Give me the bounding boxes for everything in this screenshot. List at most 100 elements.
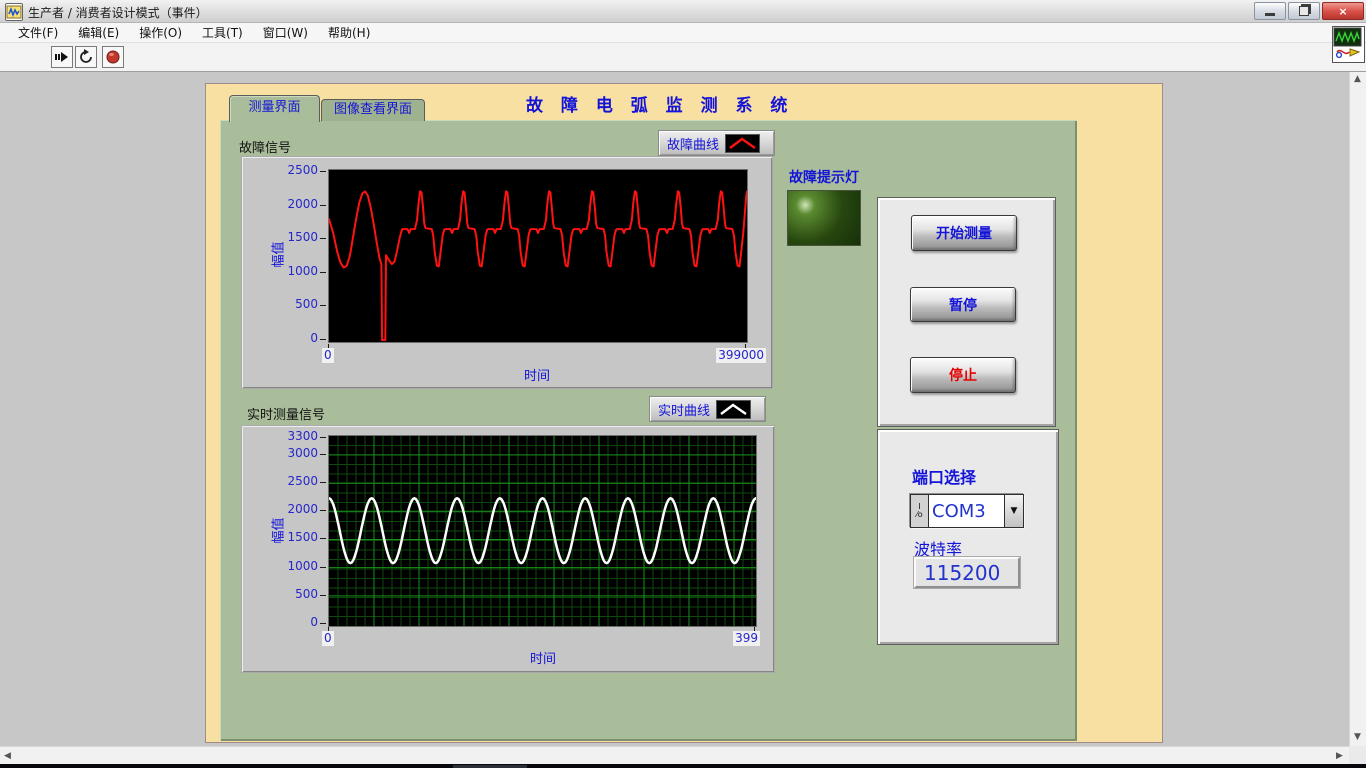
control-button-panel: 开始测量 暂停 停止 xyxy=(877,197,1056,427)
fault-led-indicator xyxy=(787,190,861,246)
y-tick xyxy=(320,454,326,455)
window-controls: × xyxy=(1254,2,1364,19)
y-tick xyxy=(320,272,326,273)
window-title: 生产者 / 消费者设计模式（事件） xyxy=(28,4,208,21)
horizontal-scrollbar[interactable]: ◀ ▶ xyxy=(0,746,1349,765)
menu-help[interactable]: 帮助(H) xyxy=(318,23,380,42)
realtime-graph-legend[interactable]: 实时曲线 xyxy=(649,396,766,422)
menu-edit[interactable]: 编辑(E) xyxy=(68,23,129,42)
scroll-left-icon[interactable]: ◀ xyxy=(4,751,11,761)
realtime-signal-graph: 0 500 1000 1500 2000 2500 3000 3300 幅值 0 399 时间 xyxy=(241,425,775,673)
fault-plot-area[interactable] xyxy=(328,169,748,343)
y-tick xyxy=(320,510,326,511)
y-tick xyxy=(320,205,326,206)
y-tick-label: 3300 xyxy=(287,429,318,443)
y-tick xyxy=(320,623,326,624)
y-tick-label: 2500 xyxy=(287,474,318,488)
x-axis-title: 时间 xyxy=(530,648,556,667)
minimize-icon xyxy=(1265,13,1275,16)
scroll-down-icon[interactable]: ▼ xyxy=(1354,732,1361,742)
taskbar-edge xyxy=(0,764,1366,768)
y-tick xyxy=(320,171,326,172)
close-button[interactable]: × xyxy=(1322,2,1364,20)
window-titlebar[interactable]: 生产者 / 消费者设计模式（事件） × xyxy=(0,0,1366,23)
abort-icon xyxy=(105,49,121,65)
menu-file[interactable]: 文件(F) xyxy=(8,23,68,42)
abort-button[interactable] xyxy=(102,46,124,68)
scroll-up-icon[interactable]: ▲ xyxy=(1354,74,1361,84)
vertical-scrollbar[interactable]: ▲ ▼ xyxy=(1349,72,1366,746)
fault-signal-graph: 05001000150020002500 幅值 0 399000 时间 xyxy=(241,156,773,389)
port-select-label: 端口选择 xyxy=(912,464,976,488)
y-tick xyxy=(320,437,326,438)
baud-rate-value[interactable]: 115200 xyxy=(914,557,1020,588)
legend-line-sample xyxy=(725,134,760,153)
y-axis-title: 幅值 xyxy=(268,517,287,543)
port-panel: 端口选择 I⁄o COM3 ▼ 波特率 115200 xyxy=(877,429,1059,645)
labview-window: 生产者 / 消费者设计模式（事件） × 文件(F) 编辑(E) 操作(O) 工具… xyxy=(0,0,1366,768)
run-continuous-button[interactable] xyxy=(75,46,97,68)
y-tick-label: 2000 xyxy=(287,502,318,516)
fault-graph-legend[interactable]: 故障曲线 xyxy=(658,130,775,156)
y-tick-label: 0 xyxy=(310,615,318,629)
y-tick xyxy=(320,339,326,340)
x-max-label: 399 xyxy=(733,631,760,646)
y-tick-label: 2500 xyxy=(287,163,318,177)
page-title: 故 障 电 弧 监 测 系 统 xyxy=(526,91,793,116)
y-tick xyxy=(320,482,326,483)
scroll-right-icon[interactable]: ▶ xyxy=(1336,751,1343,761)
y-tick-label: 500 xyxy=(295,587,318,601)
stop-button[interactable]: 停止 xyxy=(910,357,1016,393)
y-axis-title: 幅值 xyxy=(268,241,287,267)
y-tick xyxy=(320,538,326,539)
realtime-graph-title: 实时测量信号 xyxy=(247,404,325,423)
visa-io-icon: I⁄o xyxy=(911,495,929,527)
menu-operate[interactable]: 操作(O) xyxy=(129,23,192,42)
menu-window[interactable]: 窗口(W) xyxy=(253,23,318,42)
y-tick xyxy=(320,305,326,306)
y-tick-label: 1000 xyxy=(287,264,318,278)
y-tick-label: 3000 xyxy=(287,446,318,460)
tab-image-view[interactable]: 图像查看界面 xyxy=(321,99,425,121)
legend-label: 实时曲线 xyxy=(658,400,710,419)
toolbar xyxy=(0,43,1366,72)
pause-button[interactable]: 暂停 xyxy=(910,287,1016,322)
y-tick-label: 500 xyxy=(295,297,318,311)
run-arrow-icon xyxy=(54,49,70,65)
y-tick-label: 1500 xyxy=(287,530,318,544)
scrollbar-corner xyxy=(1349,746,1366,764)
legend-label: 故障曲线 xyxy=(667,134,719,153)
y-tick xyxy=(320,567,326,568)
close-icon: × xyxy=(1338,5,1347,18)
menu-tools[interactable]: 工具(T) xyxy=(192,23,253,42)
restore-button[interactable] xyxy=(1288,2,1320,20)
tab-measure[interactable]: 测量界面 xyxy=(229,95,320,122)
tab-page-measure: 故障信号 故障曲线 05001000150020002500 幅值 0 3990… xyxy=(220,120,1077,741)
port-combo-value[interactable]: COM3 xyxy=(929,495,1004,527)
x-min-label: 0 xyxy=(322,631,334,646)
fault-graph-title: 故障信号 xyxy=(239,137,291,156)
y-tick-label: 1500 xyxy=(287,230,318,244)
x-max-label: 399000 xyxy=(716,348,766,363)
realtime-plot-area[interactable] xyxy=(328,435,757,627)
restore-icon xyxy=(1299,6,1309,16)
run-continuous-icon xyxy=(78,49,94,65)
labview-app-icon xyxy=(5,3,23,21)
y-tick-label: 2000 xyxy=(287,197,318,211)
tab-control-frame: 测量界面 图像查看界面 故 障 电 弧 监 测 系 统 故障信号 故障曲线 0 5… xyxy=(205,83,1163,743)
combo-dropdown-arrow[interactable]: ▼ xyxy=(1004,495,1023,527)
run-button[interactable] xyxy=(51,46,73,68)
front-panel: 测量界面 图像查看界面 故 障 电 弧 监 测 系 统 故障信号 故障曲线 0 5… xyxy=(0,72,1366,746)
menu-bar: 文件(F) 编辑(E) 操作(O) 工具(T) 窗口(W) 帮助(H) xyxy=(0,23,1366,43)
y-tick xyxy=(320,595,326,596)
minimize-button[interactable] xyxy=(1254,2,1286,20)
vi-icon xyxy=(1332,26,1365,63)
legend-line-sample xyxy=(716,400,751,419)
start-measure-button[interactable]: 开始测量 xyxy=(911,215,1017,251)
fault-led-label: 故障提示灯 xyxy=(789,167,859,187)
y-tick xyxy=(320,238,326,239)
y-tick-label: 1000 xyxy=(287,559,318,573)
y-tick-label: 0 xyxy=(310,331,318,345)
port-combo-box[interactable]: I⁄o COM3 ▼ xyxy=(910,494,1024,528)
x-axis-title: 时间 xyxy=(524,365,550,384)
